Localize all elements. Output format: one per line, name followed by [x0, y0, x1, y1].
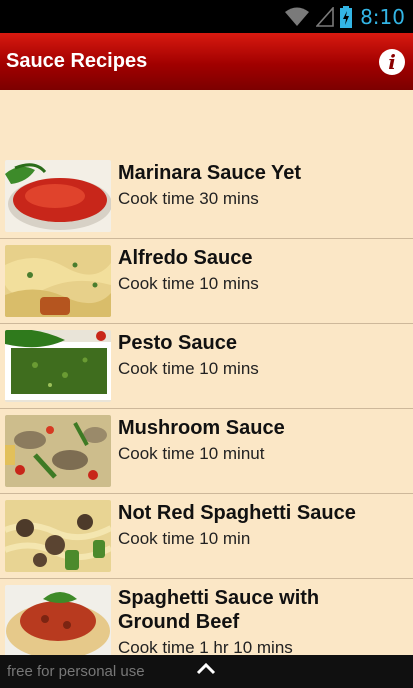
recipe-cook-time: Cook time 10 mins	[118, 274, 259, 293]
recipe-cook-time: Cook time 30 mins	[118, 189, 259, 208]
recipe-title: Pesto Sauce	[118, 332, 237, 354]
signal-icon	[316, 6, 334, 27]
recipe-title: Marinara Sauce Yet	[118, 162, 302, 184]
wifi-icon	[284, 7, 310, 27]
recipe-image-ground-beef	[5, 585, 111, 655]
recipe-cook-time: Cook time 10 minut	[118, 444, 265, 463]
recipe-image-mushroom	[5, 415, 111, 487]
recipe-cook-time: Cook time 10 min	[118, 529, 251, 548]
list-item[interactable]: Mushroom Sauce Cook time 10 minut	[0, 409, 413, 494]
recipe-title: Not Red Spaghetti Sauce	[118, 502, 356, 524]
recipe-title: Mushroom Sauce	[118, 417, 285, 439]
recipe-list[interactable]: Marinara Sauce Yet Cook time 30 mins Alf…	[0, 90, 413, 655]
list-item[interactable]: Not Red Spaghetti Sauce Cook time 10 min	[0, 494, 413, 579]
status-bar: 8:10	[0, 0, 413, 33]
status-time: 8:10	[360, 4, 405, 29]
battery-charging-icon	[340, 5, 353, 28]
chevron-up-icon[interactable]	[195, 661, 217, 680]
list-item[interactable]: Alfredo Sauce Cook time 10 mins	[0, 239, 413, 324]
list-item[interactable]: Marinara Sauce Yet Cook time 30 mins	[0, 154, 413, 239]
recipe-title: Alfredo Sauce	[118, 247, 253, 269]
list-item[interactable]: Pesto Sauce Cook time 10 mins	[0, 324, 413, 409]
bottom-bar: free for personal use	[0, 655, 413, 688]
info-icon[interactable]: i	[379, 48, 405, 75]
list-header-space	[0, 90, 413, 154]
page-title: Sauce Recipes	[6, 50, 148, 72]
recipe-image-marinara	[5, 160, 111, 232]
recipe-cook-time: Cook time 10 mins	[118, 359, 259, 378]
recipe-cook-time: Cook time 1 hr 10 mins	[118, 638, 293, 655]
app-bar: Sauce Recipes i	[0, 33, 413, 90]
list-item[interactable]: Spaghetti Sauce with Ground Beef Cook ti…	[0, 579, 413, 655]
recipe-image-alfredo	[5, 245, 111, 317]
recipe-image-spaghetti	[5, 500, 111, 572]
footer-text: free for personal use	[7, 663, 145, 680]
recipe-title: Spaghetti Sauce with Ground Beef	[118, 587, 320, 633]
recipe-image-pesto	[5, 330, 111, 402]
